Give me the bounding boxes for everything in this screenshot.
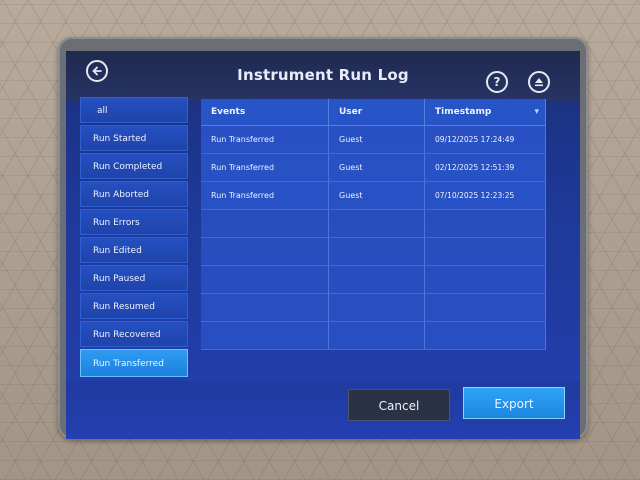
column-header-label: Timestamp [435, 107, 492, 117]
empty-cell [201, 322, 329, 349]
table-row[interactable]: Run Transferred Guest 07/10/2025 12:23:2… [201, 182, 546, 210]
cell-timestamp: 07/10/2025 12:23:25 [425, 182, 546, 209]
empty-cell [329, 238, 425, 265]
sidebar-item-run-errors[interactable]: Run Errors [80, 209, 188, 235]
help-icon-glyph: ? [493, 75, 501, 89]
table-row[interactable]: Run Transferred Guest 02/12/2025 12:51:3… [201, 154, 546, 182]
eject-glyph [535, 78, 543, 87]
empty-table-row [201, 238, 546, 266]
empty-cell [329, 210, 425, 237]
cell-timestamp: 02/12/2025 12:51:39 [425, 154, 546, 181]
sidebar-item-run-aborted[interactable]: Run Aborted [80, 181, 188, 207]
run-log-table: Events User Timestamp ▾ Run Transferred G… [201, 99, 546, 350]
cell-timestamp: 09/12/2025 17:24:49 [425, 126, 546, 153]
cell-user: Guest [329, 126, 425, 153]
table-header: Events User Timestamp ▾ [201, 99, 546, 126]
cell-user: Guest [329, 182, 425, 209]
cell-event: Run Transferred [201, 154, 329, 181]
sidebar-item-label: Run Started [93, 134, 147, 144]
empty-cell [425, 294, 546, 321]
empty-cell [329, 294, 425, 321]
event-filter-sidebar: all Run Started Run Completed Run Aborte… [80, 97, 188, 379]
cell-user: Guest [329, 154, 425, 181]
empty-cell [329, 322, 425, 349]
sidebar-item-run-completed[interactable]: Run Completed [80, 153, 188, 179]
sidebar-item-run-started[interactable]: Run Started [80, 125, 188, 151]
column-header-events[interactable]: Events [201, 99, 329, 125]
sidebar-item-label: Run Transferred [93, 359, 164, 369]
cell-event: Run Transferred [201, 126, 329, 153]
sidebar-item-label: Run Edited [93, 246, 142, 256]
sidebar-item-label: Run Completed [93, 162, 163, 172]
sidebar-item-run-transferred[interactable]: Run Transferred [80, 349, 188, 377]
empty-table-row [201, 210, 546, 238]
empty-table-row [201, 322, 546, 350]
empty-cell [425, 210, 546, 237]
empty-cell [201, 266, 329, 293]
sidebar-item-label: Run Aborted [93, 190, 149, 200]
sidebar-item-run-paused[interactable]: Run Paused [80, 265, 188, 291]
empty-cell [329, 266, 425, 293]
sidebar-item-label: all [97, 106, 108, 116]
cancel-button[interactable]: Cancel [348, 389, 450, 421]
sidebar-item-label: Run Paused [93, 274, 146, 284]
sidebar-item-run-recovered[interactable]: Run Recovered [80, 321, 188, 347]
empty-cell [201, 210, 329, 237]
column-header-timestamp[interactable]: Timestamp ▾ [425, 99, 546, 125]
touch-screen: Instrument Run Log ? all Run Started Run… [66, 51, 580, 439]
sidebar-item-all[interactable]: all [80, 97, 188, 123]
header-bar: Instrument Run Log ? [66, 51, 580, 101]
eject-icon[interactable] [528, 71, 550, 93]
empty-table-row [201, 294, 546, 322]
sidebar-item-label: Run Errors [93, 218, 140, 228]
column-header-label: User [339, 107, 363, 117]
empty-cell [425, 266, 546, 293]
sidebar-item-run-edited[interactable]: Run Edited [80, 237, 188, 263]
export-button[interactable]: Export [463, 387, 565, 419]
help-icon[interactable]: ? [486, 71, 508, 93]
column-header-label: Events [211, 107, 246, 117]
empty-cell [425, 238, 546, 265]
chevron-down-icon[interactable]: ▾ [534, 99, 539, 125]
sidebar-item-label: Run Resumed [93, 302, 155, 312]
column-header-user[interactable]: User [329, 99, 425, 125]
empty-cell [425, 322, 546, 349]
sidebar-item-label: Run Recovered [93, 330, 161, 340]
empty-table-row [201, 266, 546, 294]
empty-cell [201, 294, 329, 321]
empty-cell [201, 238, 329, 265]
cell-event: Run Transferred [201, 182, 329, 209]
table-row[interactable]: Run Transferred Guest 09/12/2025 17:24:4… [201, 126, 546, 154]
sidebar-item-run-resumed[interactable]: Run Resumed [80, 293, 188, 319]
